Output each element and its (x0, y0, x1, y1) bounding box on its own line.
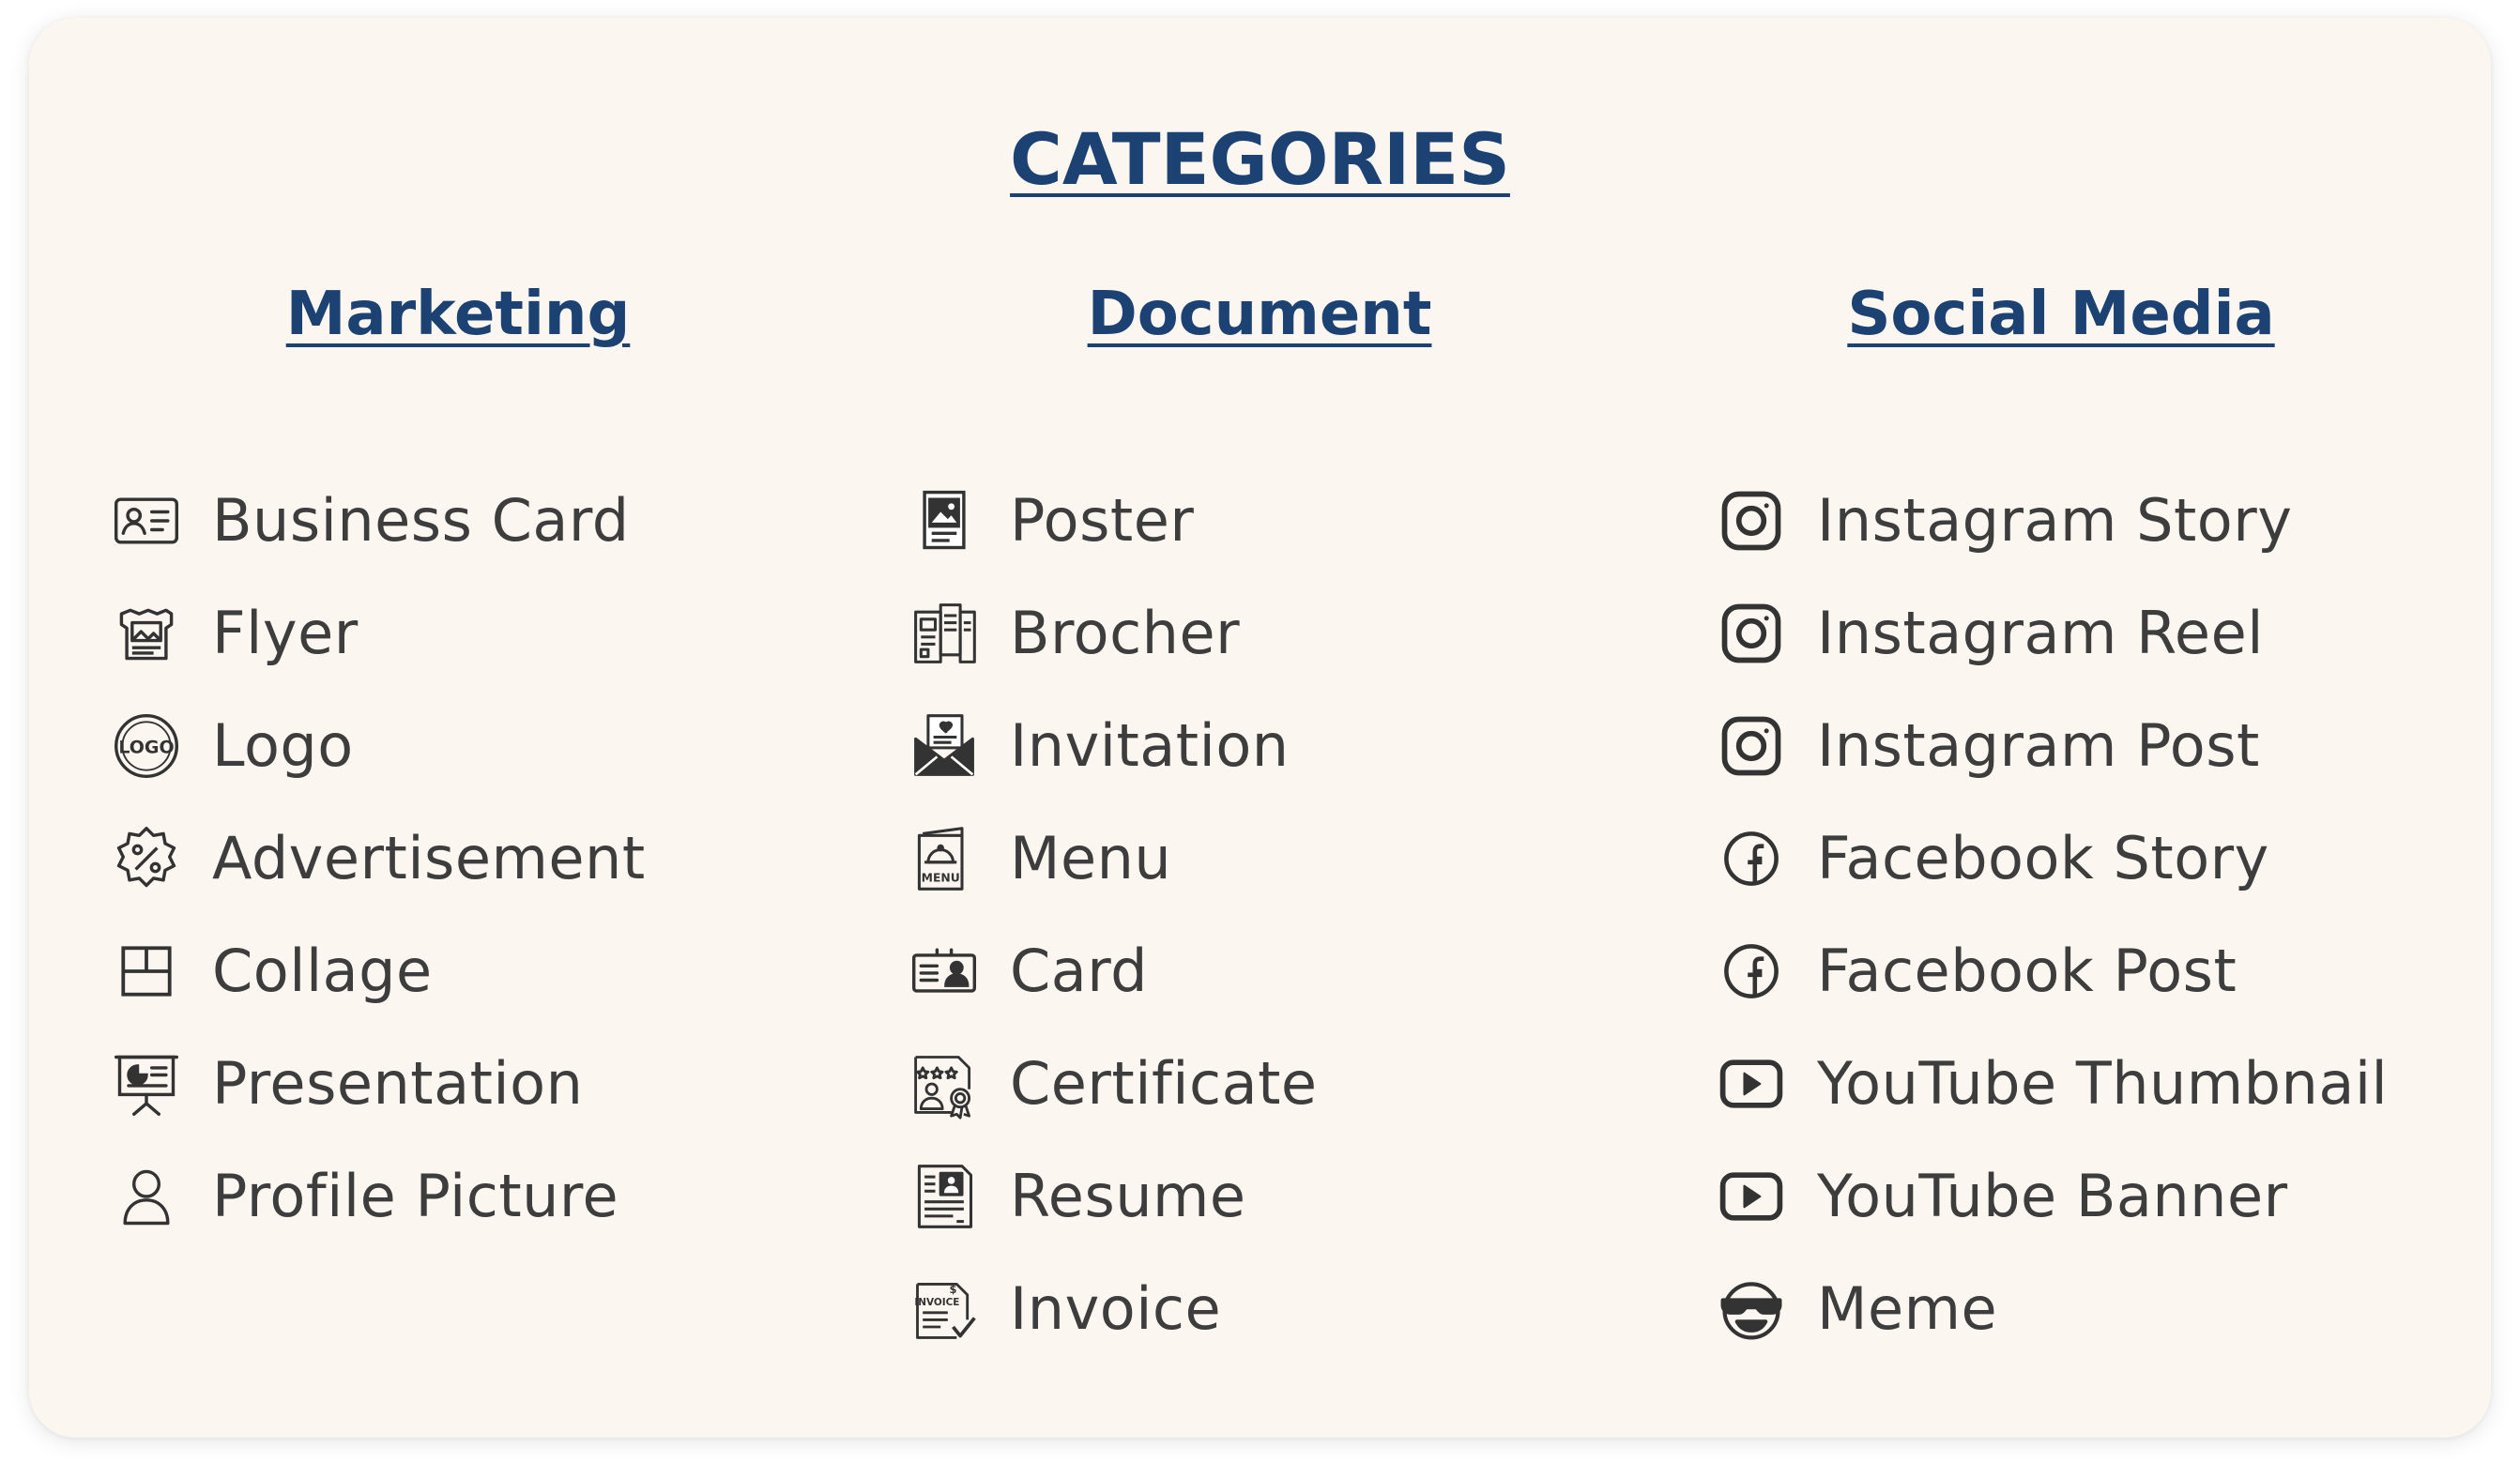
facebook-icon (1716, 823, 1787, 894)
meme-face-icon (1716, 1273, 1787, 1345)
list-item-label: YouTube Thumbnail (1817, 1049, 2389, 1118)
list-item-youtube-thumbnail[interactable]: YouTube Thumbnail (1716, 1028, 2388, 1140)
svg-text:LOGO: LOGO (118, 738, 174, 758)
id-card-icon (111, 485, 182, 556)
list-item-label: Logo (212, 711, 354, 780)
instagram-icon (1716, 710, 1787, 782)
list-item-brocher[interactable]: Brocher (909, 577, 1318, 690)
document-list: Poster Brocher Invitation MENU Menu Card… (909, 465, 1318, 1365)
page-title: CATEGORIES (1010, 117, 1510, 201)
list-item-advertisement[interactable]: Advertisement (111, 802, 646, 915)
list-item-label: Invoice (1010, 1274, 1222, 1343)
list-item-label: Meme (1817, 1274, 1998, 1343)
invitation-envelope-icon (909, 710, 980, 782)
list-item-label: Poster (1010, 486, 1195, 555)
column-heading-document[interactable]: Document (837, 275, 1682, 354)
discount-badge-icon (111, 823, 182, 894)
list-item-label: Instagram Post (1817, 711, 2260, 780)
list-item-label: Instagram Reel (1817, 599, 2264, 667)
list-item-label: YouTube Banner (1817, 1162, 2288, 1230)
flyer-icon (111, 598, 182, 669)
list-item-certificate[interactable]: Certificate (909, 1028, 1318, 1140)
brochure-icon (909, 598, 980, 669)
list-item-label: Presentation (212, 1049, 584, 1118)
menu-book-icon: MENU (909, 823, 980, 894)
facebook-icon (1716, 936, 1787, 1007)
list-item-menu[interactable]: MENU Menu (909, 802, 1318, 915)
poster-icon (909, 485, 980, 556)
list-item-label: Certificate (1010, 1049, 1318, 1118)
list-item-collage[interactable]: Collage (111, 915, 646, 1028)
logo-badge-icon: LOGO (111, 710, 182, 782)
youtube-icon (1716, 1048, 1787, 1120)
list-item-youtube-banner[interactable]: YouTube Banner (1716, 1140, 2388, 1253)
list-item-facebook-story[interactable]: Facebook Story (1716, 802, 2388, 915)
certificate-icon (909, 1048, 980, 1120)
list-item-label: Flyer (212, 599, 359, 667)
list-item-invoice[interactable]: $ INVOICE Invoice (909, 1253, 1318, 1365)
list-item-label: Card (1010, 937, 1149, 1005)
list-item-logo[interactable]: LOGO Logo (111, 690, 646, 802)
invoice-icon: $ INVOICE (909, 1273, 980, 1345)
list-item-instagram-story[interactable]: Instagram Story (1716, 465, 2388, 577)
social-media-list: Instagram Story Instagram Reel Instagram… (1716, 465, 2388, 1365)
presentation-board-icon (111, 1048, 182, 1120)
column-heading-marketing[interactable]: Marketing (36, 275, 880, 354)
resume-icon (909, 1161, 980, 1232)
column-heading-social-media[interactable]: Social Media (1639, 275, 2483, 354)
list-item-label: Facebook Story (1817, 824, 2269, 892)
list-item-profile-picture[interactable]: Profile Picture (111, 1140, 646, 1253)
list-item-label: Facebook Post (1817, 937, 2237, 1005)
list-item-facebook-post[interactable]: Facebook Post (1716, 915, 2388, 1028)
list-item-label: Menu (1010, 824, 1172, 892)
list-item-invitation[interactable]: Invitation (909, 690, 1318, 802)
collage-grid-icon (111, 936, 182, 1007)
marketing-list: Business Card Flyer LOGO Logo Advertisem… (111, 465, 646, 1253)
list-item-label: Instagram Story (1817, 486, 2293, 555)
list-item-instagram-post[interactable]: Instagram Post (1716, 690, 2388, 802)
list-item-label: Collage (212, 937, 433, 1005)
list-item-card[interactable]: Card (909, 915, 1318, 1028)
svg-text:INVOICE: INVOICE (914, 1297, 959, 1308)
user-profile-icon (111, 1161, 182, 1232)
list-item-label: Advertisement (212, 824, 646, 892)
list-item-flyer[interactable]: Flyer (111, 577, 646, 690)
list-item-presentation[interactable]: Presentation (111, 1028, 646, 1140)
list-item-instagram-reel[interactable]: Instagram Reel (1716, 577, 2388, 690)
list-item-meme[interactable]: Meme (1716, 1253, 2388, 1365)
list-item-label: Resume (1010, 1162, 1246, 1230)
youtube-icon (1716, 1161, 1787, 1232)
svg-text:MENU: MENU (922, 872, 960, 885)
list-item-resume[interactable]: Resume (909, 1140, 1318, 1253)
list-item-label: Business Card (212, 486, 630, 555)
instagram-icon (1716, 485, 1787, 556)
list-item-label: Invitation (1010, 711, 1290, 780)
list-item-label: Profile Picture (212, 1162, 619, 1230)
instagram-icon (1716, 598, 1787, 669)
svg-text:$: $ (950, 1283, 957, 1296)
card-icon (909, 936, 980, 1007)
list-item-label: Brocher (1010, 599, 1241, 667)
list-item-business-card[interactable]: Business Card (111, 465, 646, 577)
list-item-poster[interactable]: Poster (909, 465, 1318, 577)
